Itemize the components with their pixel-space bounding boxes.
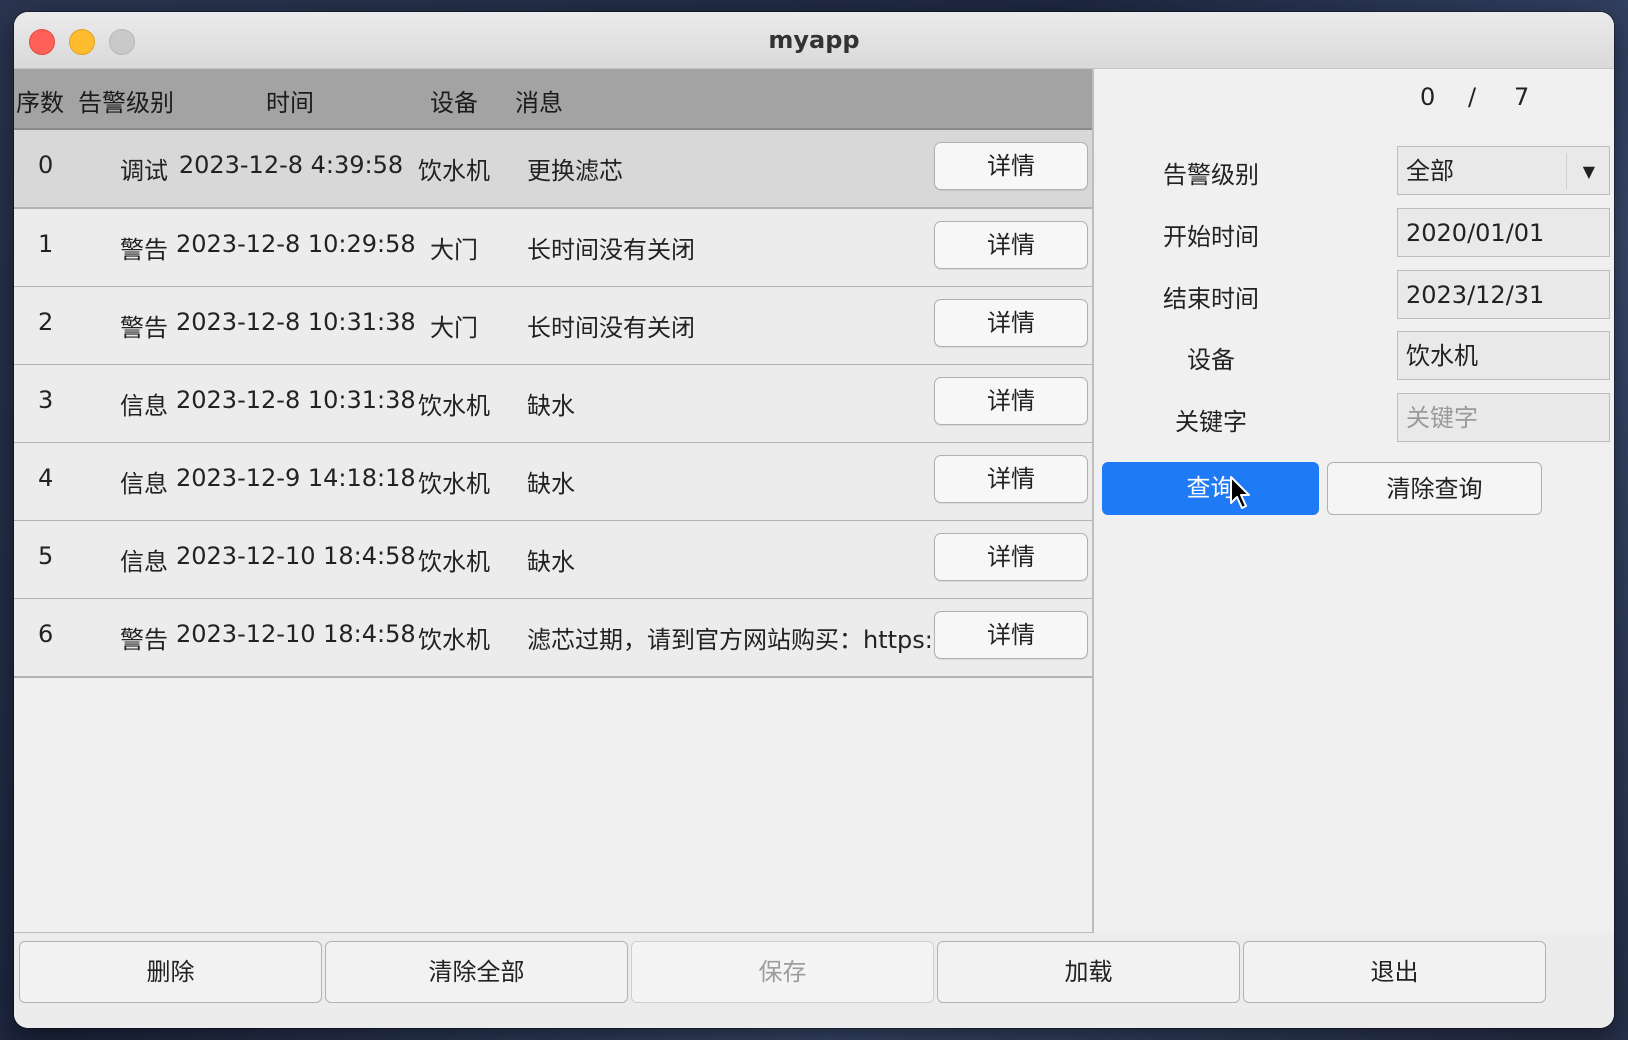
mouse-pointer-icon — [1230, 476, 1250, 509]
row-message: 缺水 — [527, 548, 575, 576]
delete-button[interactable]: 删除 — [19, 941, 322, 1003]
row-time: 2023-12-10 18:4:58 — [176, 620, 416, 648]
row-time: 2023-12-10 18:4:58 — [176, 542, 416, 570]
row-index: 2 — [38, 308, 54, 336]
detail-button[interactable]: 详情 — [934, 533, 1088, 581]
row-message: 更换滤芯 — [527, 157, 623, 185]
page-total: 7 — [1514, 83, 1530, 111]
clear-all-button[interactable]: 清除全部 — [325, 941, 628, 1003]
table-row[interactable]: 1 警告 2023-12-8 10:29:58 大门 长时间没有关闭 详情 — [14, 209, 1092, 288]
row-index: 3 — [38, 386, 54, 414]
detail-button[interactable]: 详情 — [934, 299, 1088, 347]
alarm-table: 序数 告警级别 时间 设备 消息 0 调试 2023-12-8 4:39:58 … — [14, 69, 1094, 933]
row-device: 饮水机 — [418, 548, 490, 576]
table-row[interactable]: 5 信息 2023-12-10 18:4:58 饮水机 缺水 详情 — [14, 521, 1092, 600]
row-message: 长时间没有关闭 — [527, 314, 695, 342]
keyword-field[interactable]: 关键字 — [1397, 393, 1610, 442]
row-device: 饮水机 — [418, 392, 490, 420]
row-time: 2023-12-8 10:29:58 — [176, 230, 416, 258]
row-index: 5 — [38, 542, 54, 570]
save-button[interactable]: 保存 — [631, 941, 934, 1003]
row-time: 2023-12-9 14:18:18 — [176, 464, 416, 492]
keyword-label: 关键字 — [1175, 408, 1247, 436]
table-header: 序数 告警级别 时间 设备 消息 — [14, 69, 1092, 130]
page-separator: / — [1468, 83, 1477, 111]
row-index: 4 — [38, 464, 54, 492]
row-index: 0 — [38, 151, 54, 179]
title-bar: myapp — [14, 12, 1614, 69]
dropdown-divider — [1566, 153, 1567, 189]
row-message: 缺水 — [527, 470, 575, 498]
row-device: 饮水机 — [418, 157, 490, 185]
exit-button[interactable]: 退出 — [1243, 941, 1546, 1003]
bottom-toolbar: 删除 清除全部 保存 加载 退出 — [14, 933, 1614, 1028]
chevron-down-icon[interactable]: ▼ — [1583, 147, 1595, 196]
level-label: 告警级别 — [1163, 161, 1259, 189]
detail-button[interactable]: 详情 — [934, 142, 1088, 190]
table-row[interactable]: 4 信息 2023-12-9 14:18:18 饮水机 缺水 详情 — [14, 443, 1092, 522]
page-current: 0 — [1420, 83, 1436, 111]
column-header-time[interactable]: 时间 — [266, 83, 314, 118]
end-time-label: 结束时间 — [1163, 285, 1259, 313]
level-select[interactable]: 全部 ▼ — [1397, 146, 1610, 195]
row-message: 缺水 — [527, 392, 575, 420]
filter-panel: 0 / 7 告警级别 全部 ▼ 开始时间 2020/01/01 结束时间 202… — [1094, 69, 1614, 932]
column-header-level[interactable]: 告警级别 — [78, 83, 174, 118]
row-message: 长时间没有关闭 — [527, 236, 695, 264]
row-message: 滤芯过期，请到官方网站购买：https:// — [527, 626, 931, 654]
row-device: 饮水机 — [418, 470, 490, 498]
table-row[interactable]: 3 信息 2023-12-8 10:31:38 饮水机 缺水 详情 — [14, 365, 1092, 444]
device-label: 设备 — [1187, 346, 1235, 374]
end-time-field[interactable]: 2023/12/31 — [1397, 270, 1610, 319]
row-device: 饮水机 — [418, 626, 490, 654]
row-index: 1 — [38, 230, 54, 258]
detail-button[interactable]: 详情 — [934, 221, 1088, 269]
column-header-message[interactable]: 消息 — [515, 83, 563, 118]
detail-button[interactable]: 详情 — [934, 611, 1088, 659]
start-time-field[interactable]: 2020/01/01 — [1397, 208, 1610, 257]
load-button[interactable]: 加载 — [937, 941, 1240, 1003]
window-title: myapp — [768, 26, 860, 54]
row-time: 2023-12-8 10:31:38 — [176, 308, 416, 336]
device-field[interactable]: 饮水机 — [1397, 331, 1610, 380]
table-row[interactable]: 2 警告 2023-12-8 10:31:38 大门 长时间没有关闭 详情 — [14, 287, 1092, 366]
app-window: myapp 序数 告警级别 时间 设备 消息 0 调试 2023-12-8 4:… — [14, 12, 1614, 1028]
row-device: 大门 — [430, 236, 478, 264]
detail-button[interactable]: 详情 — [934, 377, 1088, 425]
detail-button[interactable]: 详情 — [934, 455, 1088, 503]
table-row[interactable]: 6 警告 2023-12-10 18:4:58 饮水机 滤芯过期，请到官方网站购… — [14, 599, 1092, 678]
clear-query-button[interactable]: 清除查询 — [1327, 462, 1542, 515]
table-row[interactable]: 0 调试 2023-12-8 4:39:58 饮水机 更换滤芯 详情 — [14, 130, 1092, 209]
level-select-value: 全部 — [1406, 157, 1454, 185]
start-time-label: 开始时间 — [1163, 223, 1259, 251]
row-time: 2023-12-8 10:31:38 — [176, 386, 416, 414]
column-header-index[interactable]: 序数 — [16, 83, 64, 118]
column-header-device[interactable]: 设备 — [430, 83, 478, 118]
row-index: 6 — [38, 620, 54, 648]
row-time: 2023-12-8 4:39:58 — [178, 151, 404, 179]
row-device: 大门 — [430, 314, 478, 342]
query-button[interactable]: 查询 — [1102, 462, 1319, 515]
